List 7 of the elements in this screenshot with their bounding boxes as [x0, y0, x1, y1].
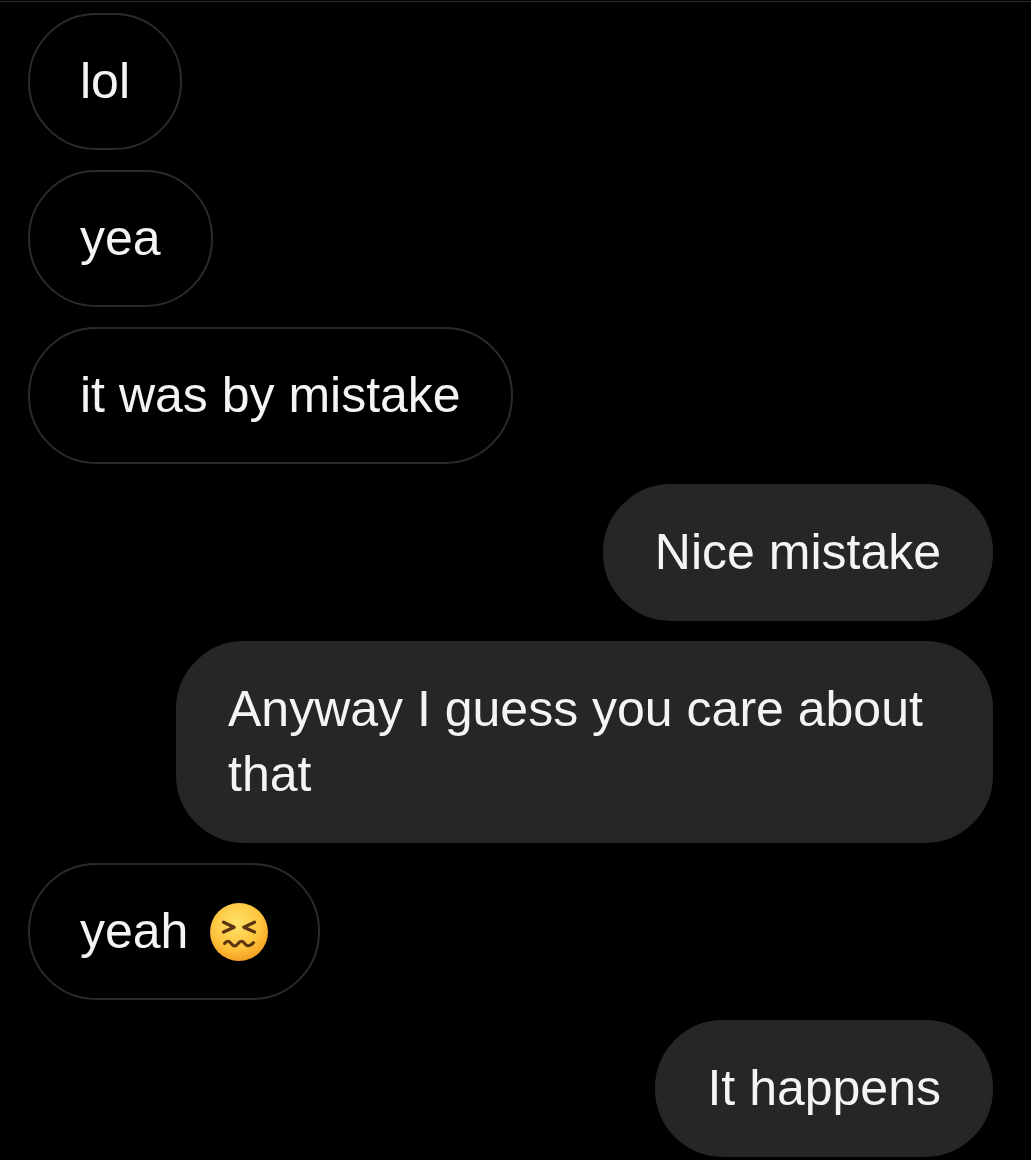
message-text: Nice mistake [654, 523, 941, 582]
message-text: yeah [80, 902, 189, 961]
message-text: it was by mistake [80, 366, 461, 425]
message-text: lol [80, 52, 131, 111]
message-text: Anyway I guess you care about that [228, 680, 924, 804]
message-text: It happens [707, 1059, 941, 1118]
message-text: yea [80, 209, 161, 268]
